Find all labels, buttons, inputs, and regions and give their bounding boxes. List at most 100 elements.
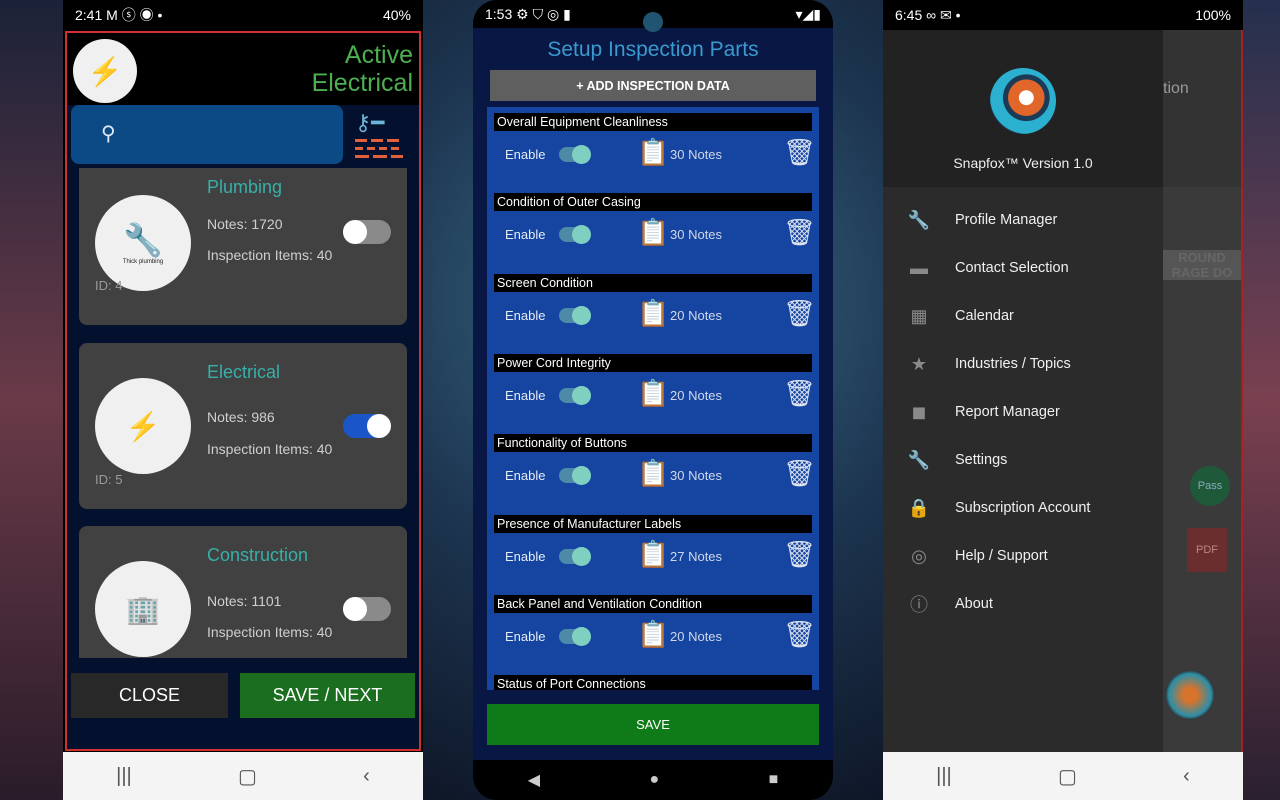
trash-icon[interactable]: 🗑: [783, 298, 816, 329]
enable-toggle[interactable]: [559, 626, 591, 646]
menu-item-label: Settings: [955, 452, 1008, 468]
clipboard-add-icon[interactable]: 📋: [637, 217, 669, 248]
status-icons: M ⓢ ◉ •: [106, 7, 163, 23]
menu-item-label: Calendar: [955, 308, 1014, 324]
notes-count: Notes: 1101: [207, 593, 282, 609]
menu-item-label: Profile Manager: [955, 212, 1058, 228]
save-button[interactable]: SAVE: [487, 704, 819, 745]
trash-icon[interactable]: 🗑: [783, 619, 816, 650]
back-icon[interactable]: ‹: [1183, 765, 1190, 788]
phone-menu-drawer: 6:45 ∞ ✉ • 100% tion ROUND RAGE DO Pass PD…: [883, 0, 1243, 800]
recents-icon[interactable]: |||: [936, 765, 952, 788]
industry-card-electrical[interactable]: ⚡ Electrical Notes: 986 Inspection Items…: [79, 343, 407, 509]
trash-icon[interactable]: 🗑: [783, 137, 816, 168]
enable-toggle[interactable]: [559, 385, 591, 405]
notes-count: 20 Notes: [670, 307, 723, 323]
search-input[interactable]: ⚲: [71, 105, 343, 164]
app-frame: ⚡ Active Electrical ⚲ ⚷━ 🔧 Thick plumbing …: [65, 31, 421, 751]
navigation-drawer: Snapfox™ Version 1.0 🔧 Profile Manager ▬ Co…: [883, 30, 1163, 752]
enable-toggle[interactable]: [559, 225, 591, 245]
trash-icon[interactable]: 🗑: [783, 378, 816, 409]
clipboard-add-icon[interactable]: 📋: [637, 298, 669, 329]
menu-item[interactable]: ◎ Help / Support: [883, 532, 1163, 580]
part-name: Power Cord Integrity: [494, 353, 812, 372]
inspection-part-item: Back Panel and Ventilation Condition Enab…: [491, 589, 816, 669]
background-left: [0, 0, 63, 800]
items-count: Inspection Items: 40: [207, 441, 333, 457]
notes-count: Notes: 986: [207, 409, 275, 425]
menu-item[interactable]: 🔧 Profile Manager: [883, 196, 1163, 244]
enable-toggle[interactable]: [343, 220, 391, 244]
enable-toggle[interactable]: [559, 546, 591, 566]
battery-level: 40%: [382, 7, 411, 23]
page-title: Setup Inspection Parts: [547, 38, 759, 61]
search-icon: ⚲: [101, 123, 116, 145]
battery-level: 100%: [1195, 7, 1231, 23]
menu-item-label: Report Manager: [955, 404, 1060, 420]
construction-logo: 🏢: [95, 561, 191, 657]
back-icon[interactable]: ‹: [363, 765, 370, 788]
clipboard-add-icon[interactable]: 📋: [637, 539, 669, 570]
industry-logo: ⚡: [73, 39, 137, 103]
clipboard-add-icon[interactable]: 📋: [637, 378, 669, 409]
notes-count: 20 Notes: [670, 628, 723, 644]
save-next-button[interactable]: SAVE / NEXT: [240, 673, 415, 718]
menu-item[interactable]: ▬ Contact Selection: [883, 244, 1163, 292]
enable-label: Enable: [505, 227, 546, 243]
menu-item-label: About: [955, 596, 993, 612]
enable-toggle[interactable]: [559, 466, 591, 486]
home-icon[interactable]: ●: [649, 771, 659, 789]
pdf-icon: PDF: [1187, 528, 1227, 572]
card-title: Construction: [207, 545, 309, 565]
notes-count: 30 Notes: [670, 147, 723, 162]
add-inspection-data-button[interactable]: + ADD INSPECTION DATA: [490, 70, 816, 101]
nav-bar: ||| ▢ ‹: [883, 752, 1243, 800]
enable-toggle[interactable]: [559, 145, 591, 164]
close-button[interactable]: CLOSE: [71, 673, 228, 718]
status-bar: 6:45 ∞ ✉ • 100%: [883, 0, 1243, 30]
wrench-icon: 🔧: [907, 449, 931, 470]
home-icon[interactable]: ▢: [238, 764, 257, 789]
part-name: Screen Condition: [494, 273, 812, 292]
clipboard-add-icon[interactable]: 📋: [637, 458, 669, 489]
card-id: ID: 4: [95, 278, 123, 293]
industry-card-construction[interactable]: 🏢 Construction Notes: 1101 Inspection It…: [79, 526, 407, 658]
page-title: Active Electrical: [311, 41, 413, 97]
menu-item[interactable]: 🔧 Settings: [883, 436, 1163, 484]
nav-bar: ||| ▢ ‹: [63, 752, 423, 800]
status-time: 2:41: [75, 7, 103, 23]
back-icon[interactable]: ◀: [528, 770, 540, 790]
trash-icon[interactable]: 🗑: [783, 458, 816, 489]
star-icon: ★: [910, 353, 928, 374]
enable-toggle[interactable]: [343, 414, 391, 438]
clipboard-add-icon[interactable]: 📋: [637, 619, 669, 650]
enable-label: Enable: [505, 307, 546, 323]
part-name: Functionality of Buttons: [494, 434, 812, 453]
part-name: Back Panel and Ventilation Condition: [494, 594, 812, 613]
industry-list: 🔧 Thick plumbing Plumbing Notes: 1720 Ins…: [67, 168, 419, 658]
part-name: Presence of Manufacturer Labels: [494, 514, 812, 533]
industry-card-plumbing[interactable]: 🔧 Thick plumbing Plumbing Notes: 1720 Ins…: [79, 168, 407, 325]
menu-item[interactable]: ★ Industries / Topics: [883, 340, 1163, 388]
pass-badge: Pass: [1190, 466, 1230, 506]
notes-count: 30 Notes: [670, 227, 723, 243]
menu-item[interactable]: 🔒 Subscription Account: [883, 484, 1163, 532]
trash-icon[interactable]: 🗑: [783, 217, 816, 248]
menu-item-label: Industries / Topics: [955, 356, 1071, 372]
header: ⚡ Active Electrical: [67, 33, 419, 105]
enable-toggle[interactable]: [343, 597, 391, 621]
menu-item[interactable]: ⓘ About: [883, 580, 1163, 628]
key-icon[interactable]: ⚷━: [355, 112, 403, 163]
clipboard-add-icon[interactable]: 📋: [637, 137, 669, 168]
menu-item-label: Help / Support: [955, 548, 1048, 564]
home-icon[interactable]: ▢: [1058, 764, 1077, 789]
menu-item[interactable]: ▦ Calendar: [883, 292, 1163, 340]
recents-icon[interactable]: |||: [116, 765, 132, 788]
menu-item[interactable]: ◼ Report Manager: [883, 388, 1163, 436]
enable-label: Enable: [505, 628, 546, 644]
trash-icon[interactable]: 🗑: [783, 539, 816, 570]
card-title: Electrical: [207, 362, 281, 382]
recents-icon[interactable]: ■: [769, 771, 779, 789]
enable-label: Enable: [505, 468, 546, 484]
enable-toggle[interactable]: [559, 305, 591, 325]
